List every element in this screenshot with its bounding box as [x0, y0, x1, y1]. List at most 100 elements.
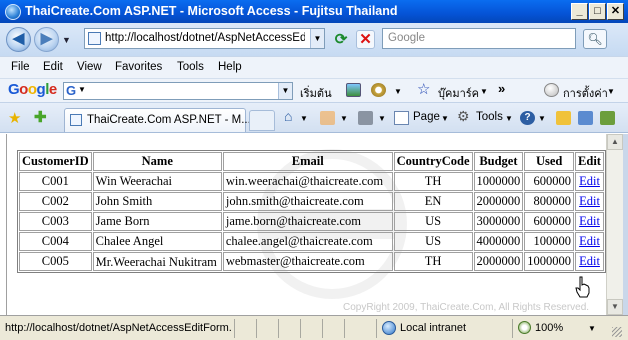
edit-link[interactable]: Edit	[579, 194, 600, 208]
status-url: http://localhost/dotnet/AspNetAccessEdit…	[5, 322, 231, 334]
picture-icon[interactable]	[346, 83, 361, 97]
settings-button[interactable]: การตั้งค่า	[563, 84, 608, 102]
scroll-up-icon[interactable]: ▲	[607, 134, 623, 150]
google-home-button[interactable]: เริ่มต้น	[300, 84, 332, 102]
tab-bar: ★ ✚ ThaiCreate.Com ASP.NET - M... ⌂ ▼ ▼ …	[0, 102, 628, 133]
status-divider	[256, 319, 257, 338]
menu-favorites[interactable]: Favorites	[115, 61, 162, 73]
minimize-button[interactable]: _	[571, 3, 588, 20]
table-row: C002 John Smith john.smith@thaicreate.co…	[19, 192, 604, 211]
back-button[interactable]: ◀	[6, 27, 31, 52]
cell-edit: Edit	[575, 252, 604, 271]
history-dropdown-icon[interactable]: ▼	[62, 35, 71, 45]
page-dropdown-icon[interactable]: ▼	[441, 114, 449, 123]
edit-link[interactable]: Edit	[579, 214, 600, 228]
add-favorites-icon[interactable]: ✚	[34, 108, 47, 126]
table-row: C003 Jame Born jame.born@thaicreate.com …	[19, 212, 604, 231]
cell-used: 1000000	[524, 252, 575, 271]
tools-menu-button[interactable]: Tools	[476, 111, 503, 123]
header-countrycode: CountryCode	[393, 152, 473, 171]
google-toolbar: Google G ▼ ▼ เริ่มต้น ▼ ☆ บุ๊คมาร์ค ▼ » …	[0, 78, 628, 102]
print-icon[interactable]	[358, 111, 373, 125]
feeds-dropdown-icon[interactable]: ▼	[340, 114, 348, 123]
extension-icon[interactable]	[600, 111, 615, 125]
header-edit: Edit	[575, 152, 604, 171]
bookmarks-button[interactable]: บุ๊คมาร์ค	[438, 84, 479, 102]
cell-countrycode: US	[393, 232, 473, 251]
zoom-dropdown-icon[interactable]: ▼	[588, 324, 596, 333]
cell-customerid: C003	[19, 212, 92, 231]
settings-dropdown-icon[interactable]: ▼	[607, 87, 615, 96]
header-budget: Budget	[473, 152, 524, 171]
edit-link[interactable]: Edit	[579, 174, 600, 188]
scroll-down-icon[interactable]: ▼	[607, 299, 623, 315]
zoom-icon	[518, 321, 531, 334]
bookmark-star-icon[interactable]: ☆	[417, 80, 430, 98]
vertical-scrollbar[interactable]: ▲ ▼	[606, 134, 623, 315]
research-icon[interactable]	[556, 111, 571, 125]
settings-wrench-icon[interactable]	[544, 83, 559, 97]
menu-help[interactable]: Help	[218, 61, 242, 73]
page-menu-icon[interactable]	[394, 111, 409, 125]
status-bar: http://localhost/dotnet/AspNetAccessEdit…	[0, 315, 628, 340]
edit-link[interactable]: Edit	[579, 234, 600, 248]
help-dropdown-icon[interactable]: ▼	[538, 114, 546, 123]
page-content: CustomerID Name Email CountryCode Budget…	[6, 134, 606, 315]
tools-dropdown-icon[interactable]: ▼	[505, 114, 513, 123]
menu-tools[interactable]: Tools	[177, 61, 204, 73]
resize-grip-icon[interactable]	[612, 327, 622, 337]
tab-active[interactable]: ThaiCreate.Com ASP.NET - M...	[64, 108, 251, 132]
translate-icon[interactable]	[578, 111, 593, 125]
forward-button[interactable]: ▶	[34, 27, 59, 52]
more-button[interactable]: »	[498, 81, 505, 96]
cell-name: Mr.Weerachai Nukitram	[92, 252, 222, 271]
cell-email: jame.born@thaicreate.com	[222, 212, 393, 231]
settings-gear-icon[interactable]	[371, 83, 386, 97]
google-g-dropdown-icon[interactable]: ▼	[78, 85, 86, 94]
maximize-button[interactable]: □	[589, 3, 606, 20]
print-dropdown-icon[interactable]: ▼	[378, 114, 386, 123]
cell-edit: Edit	[575, 192, 604, 211]
menu-file[interactable]: File	[11, 61, 30, 73]
home-icon[interactable]: ⌂	[284, 108, 292, 124]
cell-budget: 4000000	[473, 232, 524, 251]
help-icon[interactable]: ?	[520, 111, 535, 125]
menu-edit[interactable]: Edit	[43, 61, 63, 73]
search-input[interactable]: Google	[382, 28, 576, 49]
page-menu-button[interactable]: Page	[413, 111, 440, 123]
header-customerid: CustomerID	[19, 152, 92, 171]
google-search-dropdown-icon[interactable]: ▼	[278, 83, 292, 99]
cell-name: John Smith	[92, 192, 222, 211]
status-divider	[278, 319, 279, 338]
table-row: C001 Win Weerachai win.weerachai@thaicre…	[19, 172, 604, 191]
address-dropdown-icon[interactable]: ▼	[310, 29, 324, 48]
status-divider	[322, 319, 323, 338]
home-dropdown-icon[interactable]: ▼	[300, 114, 308, 123]
status-divider	[300, 319, 301, 338]
stop-icon[interactable]: ✕	[356, 30, 375, 49]
status-divider	[344, 319, 345, 338]
address-field[interactable]: http://localhost/dotnet/AspNetAccessEdit…	[84, 28, 325, 49]
google-search-input[interactable]: G ▼ ▼	[63, 82, 293, 100]
cell-customerid: C004	[19, 232, 92, 251]
ie-icon	[5, 4, 21, 20]
cell-name: Chalee Angel	[92, 232, 222, 251]
new-tab-button[interactable]	[249, 110, 275, 131]
close-button[interactable]: ✕	[607, 3, 624, 20]
edit-link[interactable]: Edit	[579, 254, 600, 268]
gear-dropdown-icon[interactable]: ▼	[394, 87, 402, 96]
tools-gear-icon[interactable]: ⚙	[457, 108, 470, 125]
menu-view[interactable]: View	[77, 61, 102, 73]
feeds-icon[interactable]	[320, 111, 335, 125]
favorites-star-icon[interactable]: ★	[8, 109, 21, 127]
search-icon[interactable]: 🔍︎	[583, 29, 607, 49]
zoom-level[interactable]: 100%	[535, 322, 563, 334]
refresh-icon[interactable]: ⟳	[332, 31, 350, 49]
intranet-globe-icon	[382, 321, 396, 335]
bookmarks-dropdown-icon[interactable]: ▼	[480, 87, 488, 96]
table-row: C005 Mr.Weerachai Nukitram webmaster@tha…	[19, 252, 604, 271]
address-toolbar: ◀ ▶ ▼ http://localhost/dotnet/AspNetAcce…	[0, 23, 628, 56]
cell-edit: Edit	[575, 172, 604, 191]
cell-countrycode: US	[393, 212, 473, 231]
status-divider	[234, 319, 235, 338]
